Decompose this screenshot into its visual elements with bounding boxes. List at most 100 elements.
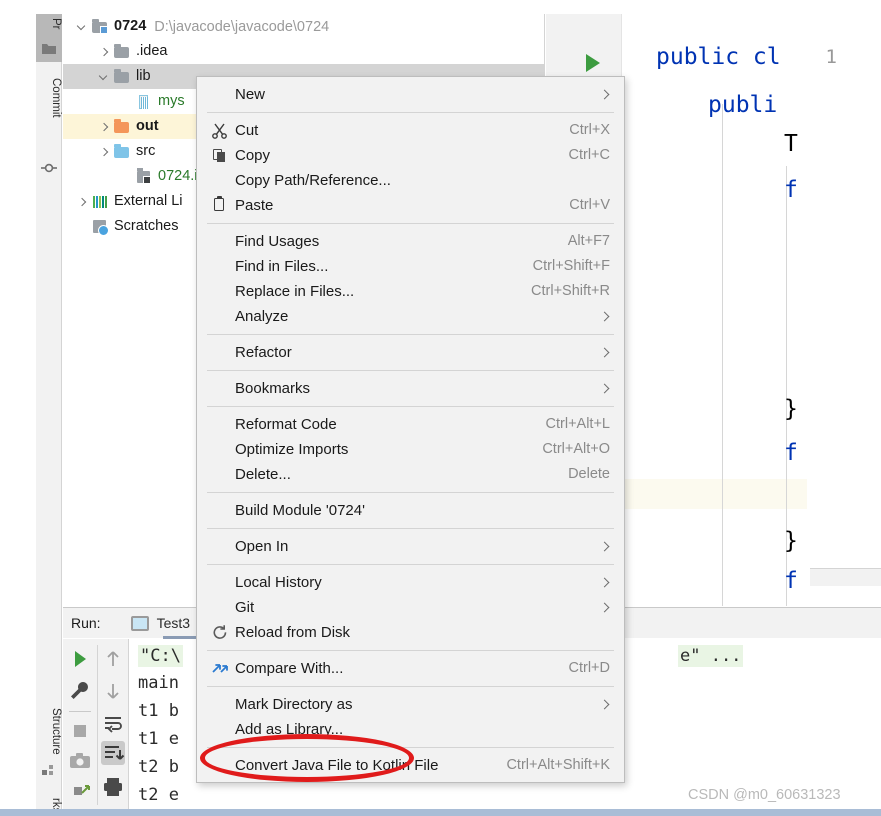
tree-node-label: mys: [158, 93, 185, 110]
menu-separator: [207, 686, 614, 687]
menu-separator: [207, 112, 614, 113]
toolbar-separator: [69, 711, 91, 712]
menu-item-shortcut: Ctrl+Alt+Shift+K: [506, 757, 610, 774]
console-line: t2 b: [138, 757, 179, 777]
run-toolbar: [63, 639, 129, 810]
chevron-down-icon[interactable]: [75, 19, 91, 35]
tree-node-label: .idea: [136, 43, 168, 60]
menu-item-label: Local History: [235, 574, 322, 591]
menu-item-mark-directory-as[interactable]: Mark Directory as: [197, 692, 624, 717]
sidebar-tab-commit[interactable]: Commit: [36, 74, 62, 156]
run-label: Run:: [71, 615, 101, 631]
tree-node-0724[interactable]: 0724 D:\javacode\javacode\0724: [63, 14, 544, 39]
menu-item-icon-placeholder: [209, 344, 231, 362]
chevron-right-icon[interactable]: [97, 44, 113, 60]
tree-node-label: src: [136, 143, 156, 160]
submenu-chevron-icon: [600, 384, 610, 394]
menu-separator: [207, 492, 614, 493]
menu-item-bookmarks[interactable]: Bookmarks: [197, 376, 624, 401]
folder-gray-icon: [113, 68, 131, 86]
menu-item-copy[interactable]: Copy Ctrl+C: [197, 143, 624, 168]
run-tab-label[interactable]: Test3: [157, 615, 190, 631]
down-arrow-icon[interactable]: [101, 679, 125, 703]
menu-item-replace-in-files[interactable]: Replace in Files... Ctrl+Shift+R: [197, 279, 624, 304]
menu-separator: [207, 528, 614, 529]
scroll-to-end-icon[interactable]: [101, 741, 125, 765]
window-top-edge: [0, 0, 881, 14]
menu-item-analyze[interactable]: Analyze: [197, 304, 624, 329]
soft-wrap-icon[interactable]: [101, 711, 125, 735]
menu-item-paste[interactable]: Paste Ctrl+V: [197, 193, 624, 218]
menu-item-optimize-imports[interactable]: Optimize Imports Ctrl+Alt+O: [197, 437, 624, 462]
menu-item-build-module[interactable]: Build Module '0724': [197, 498, 624, 523]
tree-node-path: D:\javacode\javacode\0724: [154, 18, 330, 35]
commit-icon: [41, 163, 57, 173]
menu-item-icon-placeholder: [209, 538, 231, 556]
tree-node-idea[interactable]: .idea: [63, 39, 544, 64]
chevron-right-icon[interactable]: [97, 144, 113, 160]
submenu-chevron-icon: [600, 578, 610, 588]
idea-window: Pr Commit Structure rks 0724 D:\javacode…: [0, 0, 881, 816]
menu-item-delete[interactable]: Delete... Delete: [197, 462, 624, 487]
run-gutter-icon[interactable]: [586, 54, 600, 72]
menu-item-local-history[interactable]: Local History: [197, 570, 624, 595]
menu-item-reformat-code[interactable]: Reformat Code Ctrl+Alt+L: [197, 412, 624, 437]
sidebar-tab-project-label: Pr: [50, 18, 62, 30]
menu-item-label: Compare With...: [235, 660, 344, 677]
chevron-right-icon[interactable]: [97, 119, 113, 135]
chevron-right-icon[interactable]: [75, 194, 91, 210]
menu-item-icon-placeholder: [209, 721, 231, 739]
folder-orange-icon: [113, 118, 131, 136]
console-line: t1 b: [138, 701, 179, 721]
menu-separator: [207, 406, 614, 407]
menu-item-icon-placeholder: [209, 233, 231, 251]
tree-node-label: External Li: [114, 193, 183, 210]
window-bottom-scrollbar[interactable]: [0, 809, 881, 816]
menu-item-label: Paste: [235, 197, 274, 214]
up-arrow-icon[interactable]: [101, 647, 125, 671]
menu-item-git[interactable]: Git: [197, 595, 624, 620]
menu-item-icon-placeholder: [209, 258, 231, 276]
code-line: f: [784, 440, 798, 466]
wrench-settings-icon[interactable]: [68, 679, 92, 703]
menu-item-compare-with[interactable]: Compare With... Ctrl+D: [197, 656, 624, 681]
scratches-icon: [91, 218, 109, 236]
stop-square-icon[interactable]: [68, 719, 92, 743]
menu-item-icon-placeholder: [209, 574, 231, 592]
code-line: publi: [708, 92, 778, 118]
scissors-icon: [209, 122, 231, 140]
code-line: T: [784, 131, 798, 157]
menu-item-open-in[interactable]: Open In: [197, 534, 624, 559]
menu-item-add-as-library[interactable]: Add as Library...: [197, 717, 624, 742]
menu-separator: [207, 334, 614, 335]
camera-icon[interactable]: [68, 749, 92, 773]
iml-file-icon: [135, 168, 153, 186]
menu-item-label: Find Usages: [235, 233, 320, 250]
print-icon[interactable]: [101, 775, 125, 799]
menu-separator: [207, 370, 614, 371]
menu-item-refactor[interactable]: Refactor: [197, 340, 624, 365]
folder-blue-icon: [113, 143, 131, 161]
submenu-chevron-icon: [600, 700, 610, 710]
menu-item-copy-path-reference[interactable]: Copy Path/Reference...: [197, 168, 624, 193]
menu-item-icon-placeholder: [209, 599, 231, 617]
menu-item-reload-from-disk[interactable]: Reload from Disk: [197, 620, 624, 645]
console-line: t2 e: [138, 785, 179, 805]
rerun-play-icon[interactable]: [68, 647, 92, 671]
context-menu[interactable]: New Cut Ctrl+X Copy Ctrl+C Copy Path/Ref…: [196, 76, 625, 783]
menu-item-shortcut: Ctrl+Alt+O: [542, 441, 610, 458]
menu-item-convert-java-to-kotlin[interactable]: Convert Java File to Kotlin File Ctrl+Al…: [197, 753, 624, 778]
menu-item-new[interactable]: New: [197, 82, 624, 107]
menu-item-shortcut: Ctrl+Shift+R: [531, 283, 610, 300]
menu-item-find-in-files[interactable]: Find in Files... Ctrl+Shift+F: [197, 254, 624, 279]
menu-item-label: Find in Files...: [235, 258, 329, 275]
menu-item-find-usages[interactable]: Find Usages Alt+F7: [197, 229, 624, 254]
sidebar-tab-commit-label: Commit: [50, 78, 62, 118]
menu-item-cut[interactable]: Cut Ctrl+X: [197, 118, 624, 143]
debug-icon[interactable]: [68, 779, 92, 803]
chevron-down-icon[interactable]: [97, 69, 113, 85]
menu-item-label: Optimize Imports: [235, 441, 349, 458]
menu-item-label: New: [235, 86, 266, 103]
tree-node-label: lib: [136, 68, 151, 85]
indent-guide: [722, 104, 723, 606]
